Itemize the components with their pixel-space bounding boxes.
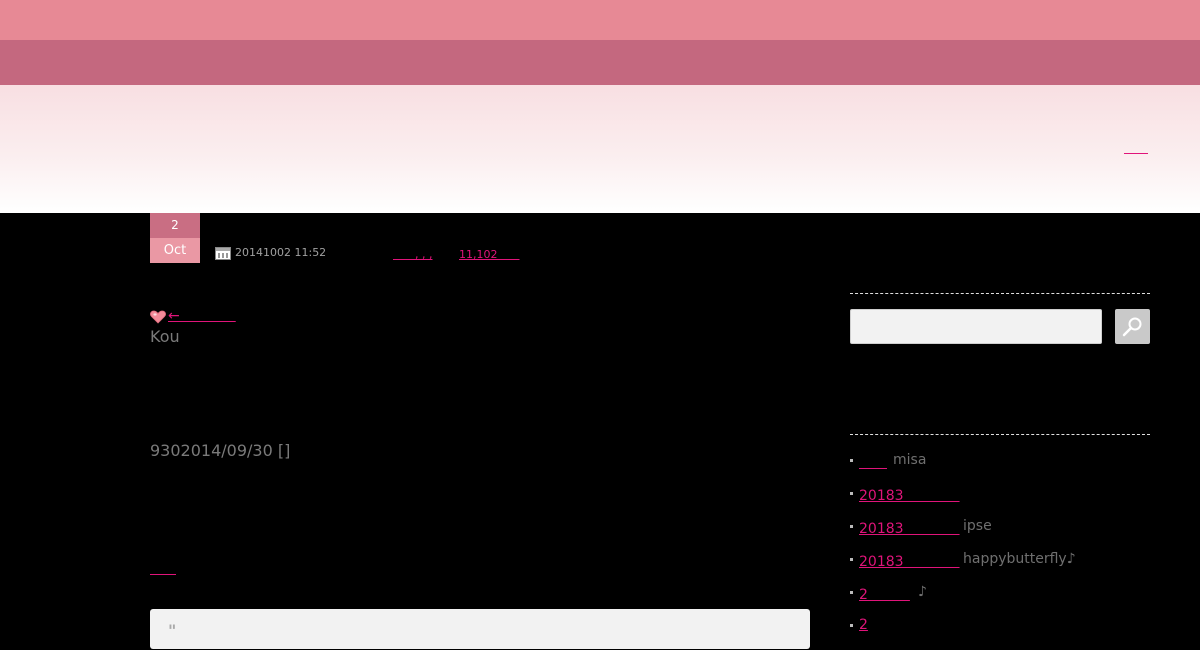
post-previous-link[interactable]: ← [168, 305, 236, 325]
quote-mark: " [168, 621, 177, 640]
date-badge-month: Oct [150, 238, 200, 263]
recent-comment-author: ♪ [918, 584, 927, 600]
search-button[interactable] [1115, 309, 1150, 344]
date-badge: 2 Oct [150, 213, 200, 263]
recent-comment-author: happybutterfly♪ [963, 551, 1076, 567]
heart-icon [150, 309, 166, 324]
header-link[interactable] [1124, 139, 1148, 156]
recent-comment-author: ipse [963, 518, 992, 534]
quote-box: " [150, 609, 810, 649]
recent-comment-link[interactable]: 20183 [859, 485, 960, 505]
post-author: Kou [150, 327, 180, 346]
recent-comment-link[interactable]: 2 [859, 617, 868, 633]
list-bullet [850, 459, 853, 462]
site-header [0, 85, 1200, 213]
post-date: 20141002 11:52 [235, 246, 327, 259]
list-bullet [850, 624, 853, 627]
recent-comment-item: 2 ♪ [850, 584, 1150, 617]
top-bar [0, 0, 1200, 40]
post-categories-link[interactable]: , , , [393, 246, 433, 262]
post-more-link[interactable] [150, 558, 176, 577]
recent-comments-list: misa 20183 20183 ipse 20183 happybutterfly… [850, 452, 1150, 650]
recent-comment-item: 20183 happybutterfly♪ [850, 551, 1150, 584]
list-bullet [850, 492, 853, 495]
search-input[interactable] [850, 309, 1102, 344]
calendar-icon [215, 247, 231, 260]
sidebar-divider [850, 434, 1150, 435]
navigation-bar [0, 40, 1200, 85]
recent-comment-link[interactable] [859, 452, 887, 472]
recent-comment-item: 20183 ipse [850, 518, 1150, 551]
recent-comment-author: misa [893, 452, 927, 468]
post-comments-link[interactable]: 11,102 [459, 246, 520, 262]
recent-comment-item: 2 [850, 617, 1150, 650]
search-icon [1122, 317, 1142, 337]
date-badge-day: 2 [150, 213, 200, 238]
recent-comment-link[interactable]: 20183 [859, 518, 960, 538]
recent-comment-item: 20183 [850, 485, 1150, 518]
list-bullet [850, 558, 853, 561]
post-date-line: 9302014/09/30 [] [150, 441, 291, 460]
recent-comment-link[interactable]: 2 [859, 584, 910, 604]
recent-comment-link[interactable]: 20183 [859, 551, 960, 571]
recent-comment-item: misa [850, 452, 1150, 485]
list-bullet [850, 591, 853, 594]
list-bullet [850, 525, 853, 528]
sidebar-divider [850, 293, 1150, 294]
